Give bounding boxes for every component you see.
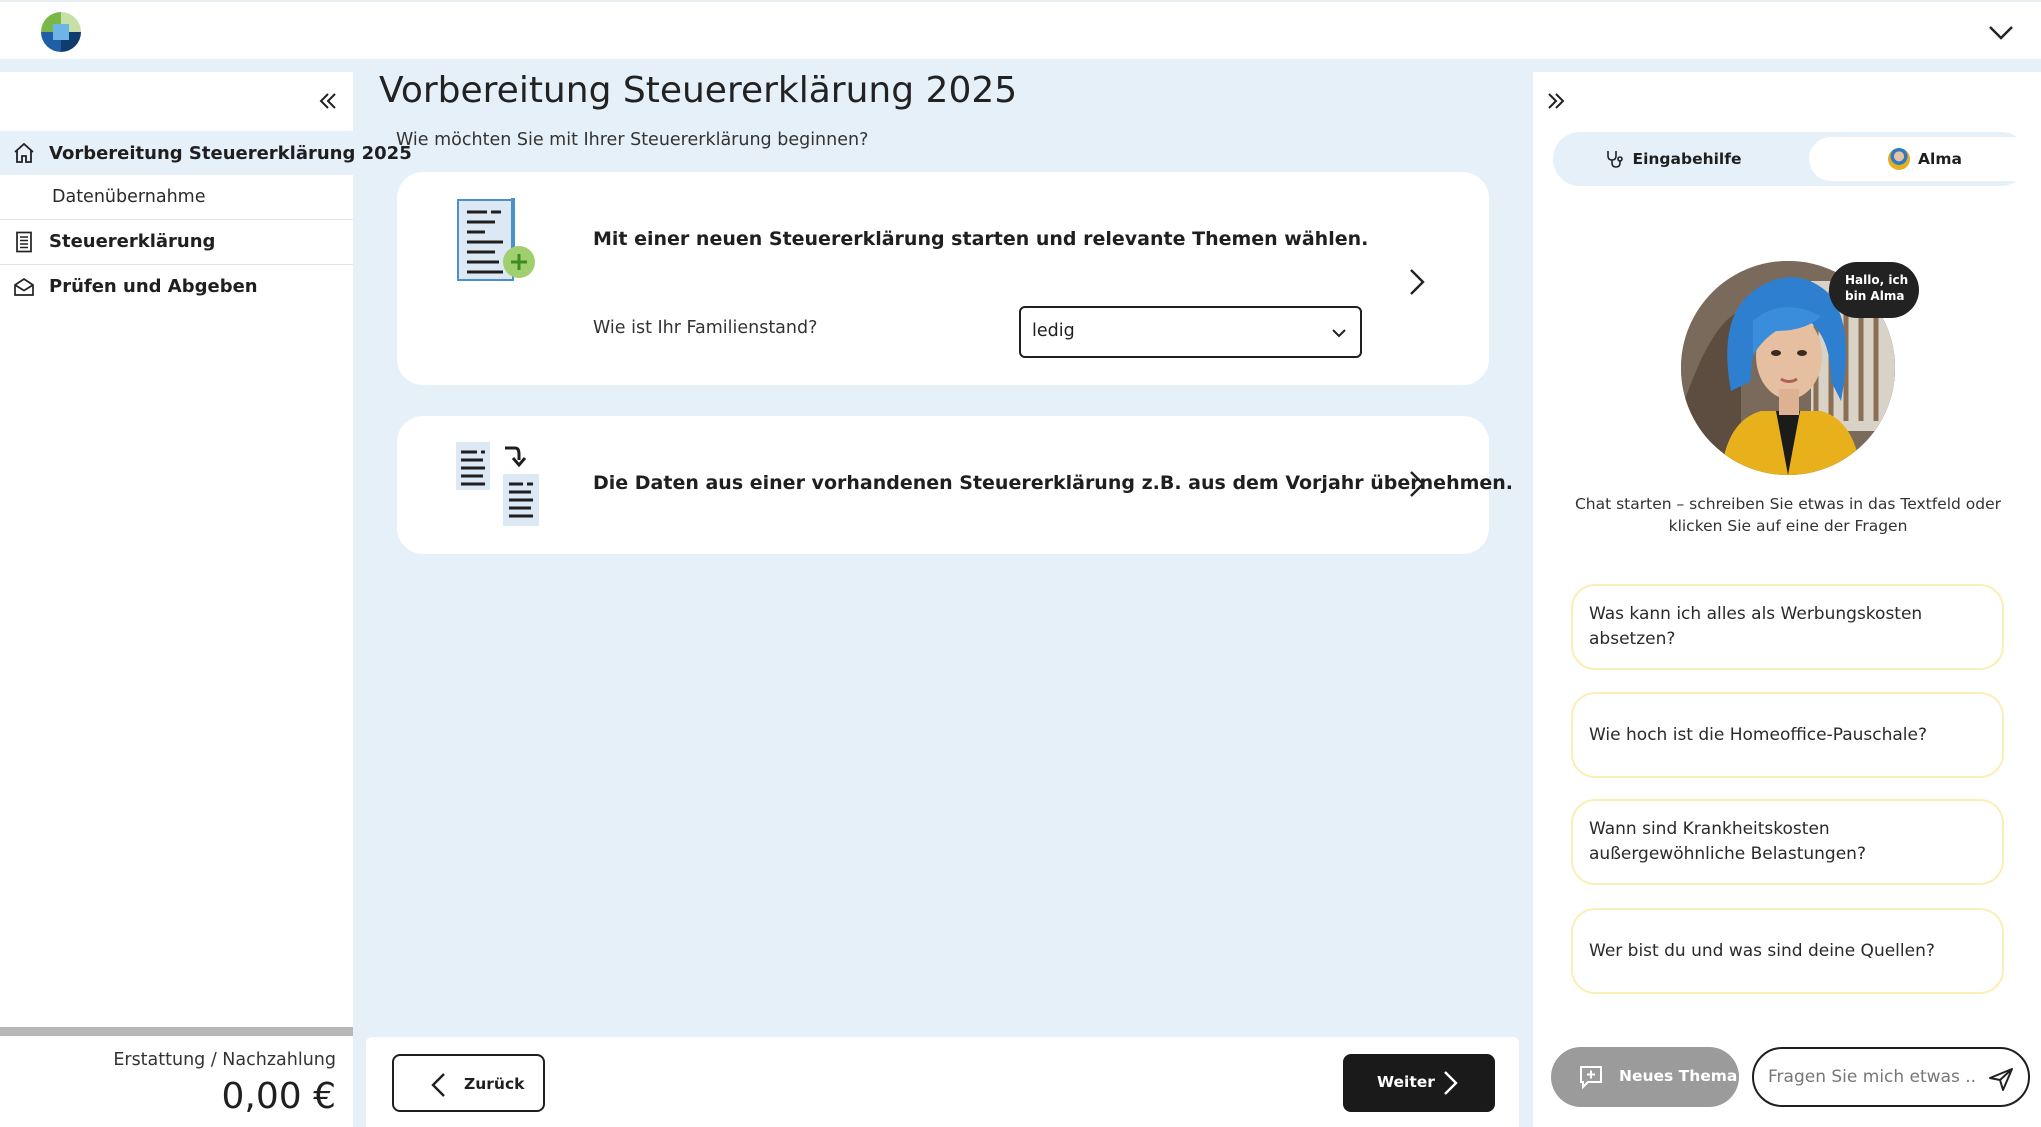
sidebar-item-steuererklaerung[interactable]: Steuererklärung xyxy=(0,219,353,263)
chevron-down-icon xyxy=(1332,329,1346,338)
option-card-new[interactable]: Mit einer neuen Steuererklärung starten … xyxy=(397,172,1489,385)
chevron-right-icon xyxy=(1444,1071,1458,1095)
logo-icon[interactable] xyxy=(41,12,81,52)
refund-value: 0,00 € xyxy=(221,1076,336,1117)
back-label: Zurück xyxy=(464,1075,525,1093)
chevron-right-icon[interactable] xyxy=(1405,468,1429,500)
sidebar-item-label: Datenübernahme xyxy=(52,187,206,207)
option-new-title: Mit einer neuen Steuererklärung starten … xyxy=(593,228,1369,250)
chevron-left-icon xyxy=(431,1073,445,1097)
chat-add-icon xyxy=(1580,1066,1602,1090)
sidebar-item-datenuebernahme[interactable]: Datenübernahme xyxy=(0,175,353,219)
familienstand-select[interactable]: ledig xyxy=(1019,306,1362,358)
refund-label: Erstattung / Nachzahlung xyxy=(113,1050,336,1070)
stethoscope-icon xyxy=(1607,151,1624,168)
question-text: Wann sind Krankheitskosten außergewöhnli… xyxy=(1589,819,1866,864)
document-icon xyxy=(16,231,32,252)
tab-eingabehilfe[interactable]: Eingabehilfe xyxy=(1559,137,1787,181)
top-bar xyxy=(0,0,2041,59)
sidebar-item-label: Prüfen und Abgeben xyxy=(49,276,258,297)
footer-bar: Zurück Weiter xyxy=(366,1037,1519,1127)
assistant-tabs: Eingabehilfe Alma xyxy=(1553,132,2041,186)
home-icon xyxy=(14,142,34,163)
divider xyxy=(0,1027,353,1036)
tab-alma[interactable]: Alma xyxy=(1809,137,2041,181)
copy-document-icon xyxy=(456,442,539,526)
greeting-bubble: Hallo, ich bin Alma xyxy=(1829,262,1919,318)
suggested-question[interactable]: Wer bist du und was sind deine Quellen? xyxy=(1571,908,2004,994)
familienstand-value: ledig xyxy=(1032,321,1075,341)
new-topic-label: Neues Thema xyxy=(1619,1067,1738,1085)
back-button[interactable]: Zurück xyxy=(392,1054,545,1112)
sidebar-item-vorbereitung[interactable]: Vorbereitung Steuererklärung 2025 xyxy=(0,131,412,175)
sidebar-item-label: Steuererklärung xyxy=(49,231,216,252)
next-label: Weiter xyxy=(1377,1073,1435,1091)
send-icon[interactable] xyxy=(1988,1066,2014,1092)
tab-label: Eingabehilfe xyxy=(1632,150,1742,168)
familienstand-label: Wie ist Ihr Familienstand? xyxy=(593,318,818,338)
assistant-panel: Eingabehilfe Alma Hallo, ich bin Alma Ch… xyxy=(1533,72,2041,1127)
option-card-import[interactable]: Die Daten aus einer vorhandenen Steuerer… xyxy=(397,416,1513,554)
suggested-question[interactable]: Was kann ich alles als Werbungskosten ab… xyxy=(1571,584,2004,670)
new-topic-button[interactable]: Neues Thema xyxy=(1551,1047,1739,1107)
chat-input-box xyxy=(1752,1047,2030,1107)
option-import-title: Die Daten aus einer vorhandenen Steuerer… xyxy=(593,472,1514,494)
next-button[interactable]: Weiter xyxy=(1343,1054,1495,1112)
sidebar: Vorbereitung Steuererklärung 2025 Datenü… xyxy=(0,72,412,1127)
page-subtitle: Wie möchten Sie mit Ihrer Steuererklärun… xyxy=(396,130,869,150)
double-chevron-left-icon[interactable] xyxy=(316,89,340,113)
chat-input[interactable] xyxy=(1768,1064,1978,1090)
question-text: Wie hoch ist die Homeoffice-Pauschale? xyxy=(1589,724,1928,745)
chevron-down-icon[interactable] xyxy=(1987,18,2015,46)
chevron-right-icon[interactable] xyxy=(1405,266,1429,298)
double-chevron-right-icon[interactable] xyxy=(1545,90,1567,112)
sidebar-item-label: Vorbereitung Steuererklärung 2025 xyxy=(49,142,412,164)
new-document-icon xyxy=(457,198,535,281)
sidebar-item-pruefen[interactable]: Prüfen und Abgeben xyxy=(0,264,353,308)
page-title: Vorbereitung Steuererklärung 2025 xyxy=(379,70,1018,111)
envelope-icon xyxy=(14,277,34,296)
chat-intro: Chat starten – schreiben Sie etwas in da… xyxy=(1574,495,2002,535)
suggested-question[interactable]: Wann sind Krankheitskosten außergewöhnli… xyxy=(1571,799,2004,885)
question-text: Was kann ich alles als Werbungskosten ab… xyxy=(1589,604,1923,649)
alma-avatar-icon xyxy=(1888,148,1911,170)
question-text: Wer bist du und was sind deine Quellen? xyxy=(1589,940,1935,961)
suggested-question[interactable]: Wie hoch ist die Homeoffice-Pauschale? xyxy=(1571,692,2004,778)
tab-label: Alma xyxy=(1918,150,1962,168)
